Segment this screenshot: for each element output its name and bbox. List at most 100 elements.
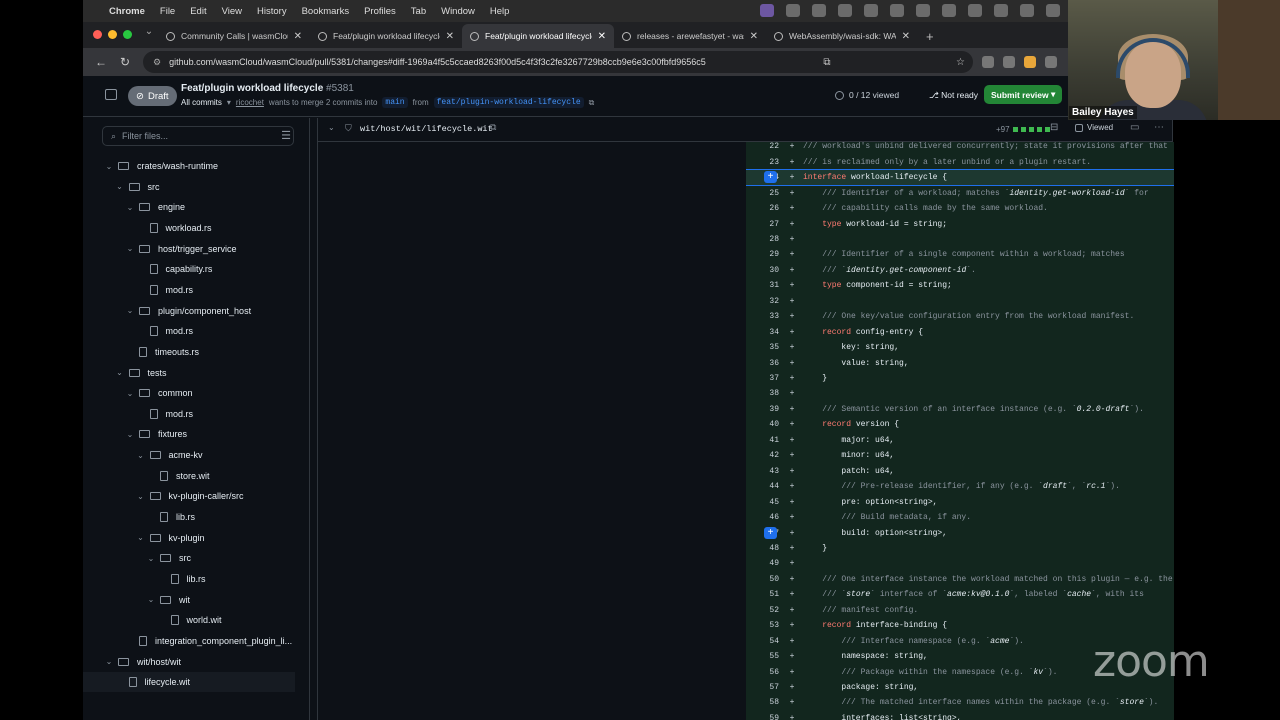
chevron-down-icon[interactable]: ⌄ — [115, 368, 125, 377]
line-number[interactable]: 31 — [746, 281, 781, 290]
line-number[interactable]: 30 — [746, 266, 781, 275]
diff-line[interactable]: 30 + /// `identity.get-component-id`. — [746, 263, 1174, 279]
close-tab-icon[interactable]: ✕ — [446, 31, 454, 42]
menu-edit[interactable]: Edit — [190, 6, 206, 17]
menu-profiles[interactable]: Profiles — [364, 6, 396, 17]
tree-file[interactable]: world.wit — [83, 610, 295, 630]
close-window-button[interactable] — [93, 30, 102, 39]
diff-line[interactable]: 27 + type workload-id = string; — [746, 216, 1174, 232]
diff-file-path[interactable]: wit/host/wit/lifecycle.wit — [360, 124, 493, 134]
line-number[interactable]: 34 — [746, 328, 781, 337]
tree-folder[interactable]: ⌄ wit/host/wit — [83, 652, 295, 672]
tree-folder[interactable]: ⌄ engine — [83, 197, 295, 217]
diff-line[interactable]: 45 + pre: option<string>, — [746, 494, 1174, 510]
line-number[interactable]: 49 — [746, 559, 781, 568]
zoom-window-button[interactable] — [123, 30, 132, 39]
toggle-file-tree-icon[interactable] — [105, 89, 117, 100]
line-number[interactable]: 40 — [746, 420, 781, 429]
line-number[interactable]: 56 — [746, 668, 781, 677]
chevron-down-icon[interactable]: ⌄ — [125, 306, 135, 315]
chevron-down-icon[interactable]: ⌄ — [146, 595, 156, 604]
add-comment-button[interactable]: + — [764, 526, 777, 539]
diff-line[interactable]: 32 + — [746, 294, 1174, 310]
tab-wasi-sdk[interactable]: WebAssembly/wasi-sdk: WASI ✕ — [766, 24, 918, 48]
diff-line[interactable]: 23 + /// is reclaimed only by a later unbi… — [746, 154, 1174, 170]
diff-line[interactable]: 48 + } — [746, 541, 1174, 557]
diff-line[interactable]: 29 + /// Identifier of a single component… — [746, 247, 1174, 263]
diff-line[interactable]: 25 + /// Identifier of a workload; matche… — [746, 185, 1174, 201]
status-app-icon[interactable] — [812, 4, 826, 17]
tree-folder[interactable]: ⌄ fixtures — [83, 424, 295, 444]
line-number[interactable]: 50 — [746, 575, 781, 584]
moon-icon[interactable] — [1020, 4, 1034, 17]
diff-line[interactable]: 58 + /// The matched interface names with… — [746, 695, 1174, 711]
bookmark-star-icon[interactable]: ☆ — [956, 57, 965, 68]
extension-icon[interactable] — [982, 56, 994, 68]
line-number[interactable]: 42 — [746, 451, 781, 460]
chevron-down-icon[interactable]: ⌄ — [125, 430, 135, 439]
line-number[interactable]: 54 — [746, 637, 781, 646]
close-tab-icon[interactable]: ✕ — [294, 31, 302, 42]
filter-files-input[interactable]: ⌕ Filter files... — [102, 126, 294, 146]
tree-folder[interactable]: ⌄ acme-kv — [83, 445, 295, 465]
comment-icon[interactable]: ⊟ — [1050, 122, 1058, 133]
line-number[interactable]: 26 — [746, 204, 781, 213]
tree-folder[interactable]: ⌄ kv-plugin — [83, 528, 295, 548]
more-options-icon[interactable]: ⋯ — [1154, 122, 1164, 133]
line-number[interactable]: 22 — [746, 142, 781, 151]
line-number[interactable]: 51 — [746, 590, 781, 599]
menu-tab[interactable]: Tab — [411, 6, 426, 17]
tree-folder[interactable]: ⌄ src — [83, 548, 295, 568]
close-tab-icon[interactable]: ✕ — [902, 31, 910, 42]
menu-file[interactable]: File — [160, 6, 175, 17]
viewed-checkbox[interactable]: Viewed — [1075, 123, 1113, 132]
tree-file[interactable]: mod.rs — [83, 280, 295, 300]
line-number[interactable]: 23 — [746, 158, 781, 167]
extensions-puzzle-icon[interactable] — [1045, 56, 1057, 68]
comment-icon[interactable]: ▭ — [1130, 122, 1139, 133]
line-number[interactable]: 27 — [746, 220, 781, 229]
search-icon[interactable] — [1046, 4, 1060, 17]
diff-line[interactable]: 49 + — [746, 556, 1174, 572]
diff-line[interactable]: 46 + /// Build metadata, if any. — [746, 510, 1174, 526]
line-number[interactable]: 39 — [746, 405, 781, 414]
tree-folder[interactable]: ⌄ wit — [83, 590, 295, 610]
line-number[interactable]: 44 — [746, 482, 781, 491]
chevron-down-icon[interactable]: ⌄ — [136, 451, 146, 460]
chevron-down-icon[interactable]: ⌄ — [146, 554, 156, 563]
diff-line[interactable]: 34 + record config-entry { — [746, 324, 1174, 340]
cloud-icon[interactable] — [890, 4, 904, 17]
menu-help[interactable]: Help — [490, 6, 510, 17]
menu-view[interactable]: View — [222, 6, 242, 17]
chevron-down-icon[interactable]: ⌄ — [136, 533, 146, 542]
line-number[interactable]: 41 — [746, 436, 781, 445]
tab-pr-lifecycle-active[interactable]: Feat/plugin workload lifecycle ✕ — [462, 24, 614, 48]
close-tab-icon[interactable]: ✕ — [750, 31, 758, 42]
commits-dropdown[interactable]: All commits — [181, 98, 222, 107]
tab-pr-lifecycle[interactable]: Feat/plugin workload lifecycle ✕ — [310, 24, 462, 48]
diff-line[interactable]: 37 + } — [746, 371, 1174, 387]
new-tab-button[interactable]: + — [918, 29, 942, 48]
extension-icon[interactable] — [1003, 56, 1015, 68]
diff-line[interactable]: 24+interface workload-lifecycle { — [746, 168, 1174, 187]
status-app-icon[interactable] — [864, 4, 878, 17]
diff-line[interactable]: 53 + record interface-binding { — [746, 618, 1174, 634]
chevron-down-icon[interactable]: ⌄ — [104, 162, 114, 171]
line-number[interactable]: 46 — [746, 513, 781, 522]
battery-icon[interactable] — [916, 4, 930, 17]
line-number[interactable]: 52 — [746, 606, 781, 615]
line-number[interactable]: 59 — [746, 714, 781, 720]
head-branch[interactable]: feat/plugin-workload-lifecycle — [433, 97, 584, 108]
line-number[interactable]: 58 — [746, 698, 781, 707]
tree-file[interactable]: lib.rs — [83, 569, 295, 589]
line-number[interactable]: 45 — [746, 498, 781, 507]
pr-author[interactable]: ricochet — [236, 98, 264, 107]
line-number[interactable]: 29 — [746, 250, 781, 259]
diff-line[interactable]: 28 + — [746, 232, 1174, 248]
diff-line[interactable]: 31 + type component-id = string; — [746, 278, 1174, 294]
tree-folder[interactable]: ⌄ tests — [83, 363, 295, 383]
line-number[interactable]: 28 — [746, 235, 781, 244]
menu-window[interactable]: Window — [441, 6, 475, 17]
display-icon[interactable] — [942, 4, 956, 17]
copy-path-icon[interactable]: ⧉ — [490, 122, 496, 133]
